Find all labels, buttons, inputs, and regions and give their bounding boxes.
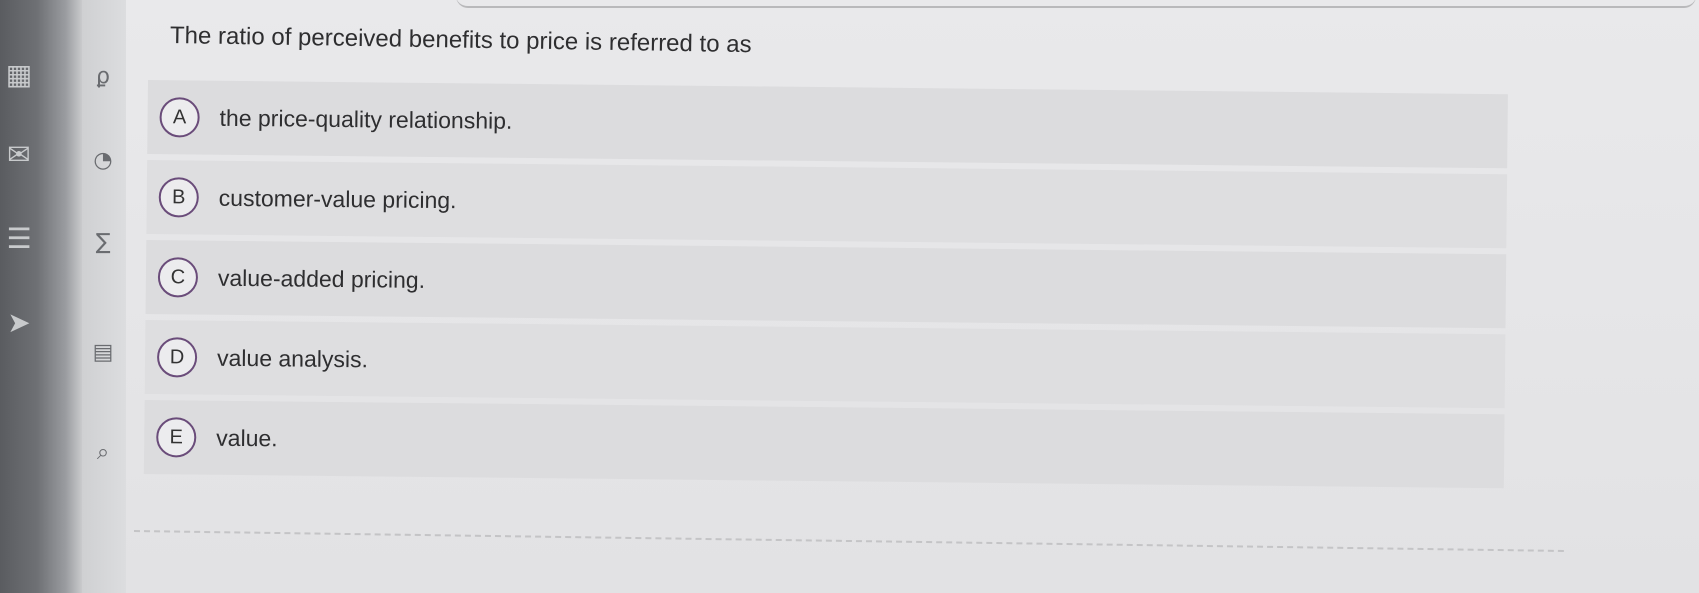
cursor-icon[interactable]: ➤	[2, 306, 36, 340]
option-e[interactable]: E value.	[143, 399, 1505, 489]
top-input-edge	[456, 0, 1696, 8]
option-letter: B	[158, 177, 199, 218]
attachment-icon[interactable]: ⌕	[88, 438, 118, 468]
sum-icon[interactable]: ∑	[88, 228, 118, 258]
list-icon[interactable]: ☰	[2, 222, 36, 256]
option-a[interactable]: A the price-quality relationship.	[147, 80, 1508, 169]
question-text: The ratio of perceived benefits to price…	[169, 22, 752, 59]
answer-options: A the price-quality relationship. B cust…	[143, 80, 1508, 494]
user-icon[interactable]: ϼ	[88, 62, 118, 92]
document-icon[interactable]: ▤	[88, 338, 118, 368]
option-text: the price-quality relationship.	[219, 104, 513, 134]
option-d[interactable]: D value analysis.	[144, 319, 1506, 409]
option-letter: E	[156, 417, 197, 458]
question-panel: The ratio of perceived benefits to price…	[126, 0, 1699, 593]
option-b[interactable]: B customer-value pricing.	[146, 159, 1508, 249]
left-app-strip: ▦ ✉ ☰ ➤	[0, 0, 82, 593]
mail-icon[interactable]: ✉	[2, 138, 36, 172]
option-letter: A	[159, 97, 200, 138]
clock-icon[interactable]: ◔	[88, 146, 118, 176]
option-text: customer-value pricing.	[218, 184, 457, 213]
option-text: value.	[216, 424, 278, 451]
option-letter: C	[157, 257, 199, 298]
option-letter: D	[156, 337, 198, 378]
tool-column: ϼ ◔ ∑ ▤ ⌕	[82, 0, 126, 593]
option-text: value analysis.	[216, 344, 369, 372]
option-c[interactable]: C value-added pricing.	[145, 239, 1507, 329]
calculator-icon[interactable]: ▦	[2, 58, 36, 92]
option-text: value-added pricing.	[217, 264, 426, 293]
section-divider	[133, 530, 1564, 552]
